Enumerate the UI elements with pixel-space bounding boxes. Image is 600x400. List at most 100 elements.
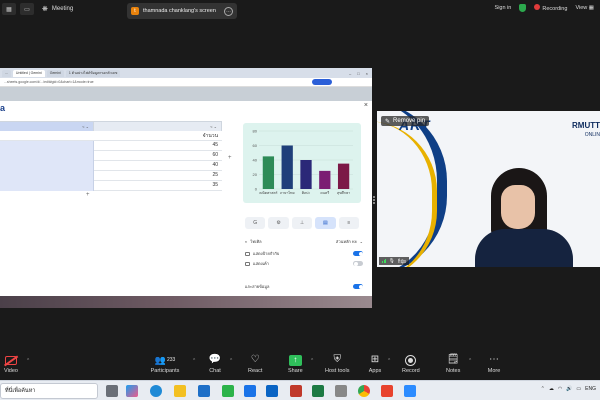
browser-tab[interactable]: 1 ตัวอย่างไฟล์ข้อมูลกรอกตัวเลข: [65, 69, 121, 77]
type-dropdown[interactable]: ส่วนหลัก Kit ⌄: [336, 238, 363, 245]
y-tick-label: 40: [253, 158, 258, 163]
chart-bar[interactable]: [300, 160, 312, 189]
value-cell[interactable]: 45: [212, 142, 218, 148]
value-cell[interactable]: 60: [212, 152, 218, 158]
powerpoint-icon[interactable]: [290, 385, 302, 397]
value-cell[interactable]: 40: [212, 162, 218, 168]
word-icon[interactable]: [198, 385, 210, 397]
column-header[interactable]: < ⌄: [150, 122, 222, 131]
column-header[interactable]: < ⌄: [0, 122, 94, 131]
recording-label: Recording: [542, 6, 568, 12]
participants-button[interactable]: 👥 233 Participants: [150, 354, 180, 374]
chevron-up-icon[interactable]: ⌃: [229, 358, 233, 364]
close-icon[interactable]: ×: [364, 102, 368, 109]
category-cell[interactable]: [0, 171, 94, 181]
app-icon[interactable]: [381, 385, 393, 397]
record-icon: [405, 354, 417, 366]
browser-tab[interactable]: Untitled | Gemini: [12, 69, 45, 77]
category-cell[interactable]: [0, 161, 94, 171]
copilot-icon[interactable]: [126, 385, 138, 397]
settings-icon[interactable]: ⚙: [268, 217, 289, 229]
browser-tab[interactable]: ...: [2, 69, 11, 77]
record-label: Record: [402, 368, 420, 374]
share-button[interactable]: ↑ Share: [288, 354, 303, 374]
y-tick-label: 0: [255, 187, 258, 192]
recording-indicator[interactable]: Recording: [534, 4, 567, 12]
value-cell[interactable]: 25: [212, 172, 218, 178]
mic-icon[interactable]: ▭: [20, 3, 34, 15]
category-cell[interactable]: [0, 141, 94, 151]
excel-icon[interactable]: [312, 385, 324, 397]
chart-bar[interactable]: [262, 156, 275, 189]
toggle-switch[interactable]: [353, 284, 363, 289]
share-doc-button[interactable]: [312, 79, 332, 85]
file-explorer-icon[interactable]: [174, 385, 186, 397]
category-cell[interactable]: [0, 151, 94, 161]
chat-button[interactable]: 💬 Chat: [208, 354, 222, 374]
notes-button[interactable]: 🗒 Notes: [446, 354, 460, 374]
apps-button[interactable]: ⊞ Apps: [368, 354, 382, 374]
category-cell[interactable]: [0, 181, 94, 191]
video-button[interactable]: Video: [4, 354, 18, 374]
chevron-up-icon[interactable]: ⌃: [310, 358, 314, 364]
chevron-up-icon[interactable]: ⌃: [468, 358, 472, 364]
toggle-switch[interactable]: [353, 261, 363, 266]
app-icon[interactable]: [244, 385, 256, 397]
list-icon[interactable]: ≡: [338, 217, 360, 229]
record-button[interactable]: Record: [402, 354, 420, 374]
cloud-icon[interactable]: ☁: [549, 386, 554, 392]
battery-icon[interactable]: ▭: [576, 386, 581, 392]
host-tools-button[interactable]: ⛨ Host tools: [325, 354, 349, 374]
close-window-icon[interactable]: ×: [366, 71, 368, 76]
grid-icon[interactable]: ▦: [2, 3, 16, 15]
react-button[interactable]: ♡ React: [248, 354, 262, 374]
zoom-window: ▦ ▭ ❋ Meeting t thamnada chanklang's scr…: [0, 0, 600, 400]
react-label: React: [248, 368, 263, 374]
meeting-label: Meeting: [51, 6, 74, 12]
participant-name-tag: 🎙 ก็ปุ๋ย: [379, 257, 409, 265]
bar-chart[interactable]: 0 20 40 60 80 คณิตศาสตร์ ภาษาไทย ศิลปะ ดนตรี สุขศ…: [243, 123, 361, 203]
outlook-icon[interactable]: [266, 385, 278, 397]
app-icon[interactable]: [335, 385, 347, 397]
chevron-up-icon[interactable]: ⌃: [541, 386, 545, 392]
more-button[interactable]: ⋯ More: [487, 354, 501, 374]
paw-icon: ❋: [42, 6, 48, 13]
edge-icon[interactable]: [150, 385, 162, 397]
task-view-icon[interactable]: [106, 385, 118, 397]
add-column-icon[interactable]: +: [228, 155, 232, 161]
network-icon[interactable]: ◠: [558, 386, 562, 392]
language-indicator[interactable]: ENG: [585, 386, 596, 392]
google-icon[interactable]: G: [245, 217, 266, 229]
participant-video-tile[interactable]: ART RMUTT ONLIN ✎Remove pin 🎙 ก็ปุ๋ย: [377, 111, 600, 267]
table-row: 35: [0, 181, 222, 191]
chart-type-row: ◐ ไทเทิล ส่วนหลัก Kit ⌄: [245, 237, 363, 246]
toggle-switch[interactable]: [353, 251, 363, 256]
line-icon[interactable]: [222, 385, 234, 397]
chevron-up-icon[interactable]: ⌃: [192, 358, 196, 364]
remove-pin-button[interactable]: ✎ Remove pin: [381, 116, 430, 126]
sign-in-link[interactable]: Sign in: [495, 5, 512, 11]
chart-bar[interactable]: [319, 170, 331, 189]
chrome-icon[interactable]: [358, 385, 370, 397]
view-button[interactable]: View ▦: [575, 5, 594, 11]
resize-handle[interactable]: [373, 196, 376, 208]
dialog-title: a: [0, 103, 6, 113]
add-row-icon[interactable]: +: [86, 192, 90, 198]
axis-icon[interactable]: ⊥: [291, 217, 313, 229]
bar-chart-icon[interactable]: ▤: [315, 217, 336, 229]
maximize-icon[interactable]: □: [357, 71, 359, 76]
screen-share-indicator[interactable]: t thamnada chanklang's screen …: [127, 3, 237, 19]
chevron-up-icon[interactable]: ⌃: [26, 358, 30, 364]
browser-tab[interactable]: Gemini: [46, 69, 64, 77]
minimize-icon[interactable]: –: [349, 71, 351, 76]
taskbar-search-input[interactable]: ที่นี่เพื่อค้นหา: [0, 383, 98, 399]
more-icon[interactable]: …: [224, 6, 233, 16]
volume-icon[interactable]: 🔊: [566, 386, 572, 392]
shield-icon[interactable]: [519, 4, 527, 12]
chart-bar[interactable]: [281, 145, 293, 190]
zoom-icon[interactable]: [404, 385, 416, 397]
chevron-up-icon[interactable]: ⌃: [387, 358, 391, 364]
value-cell[interactable]: 35: [212, 182, 218, 188]
chart-bar[interactable]: [337, 163, 350, 189]
shared-screen: ... Untitled | Gemini Gemini 1 ตัวอย่างไ…: [0, 68, 372, 308]
